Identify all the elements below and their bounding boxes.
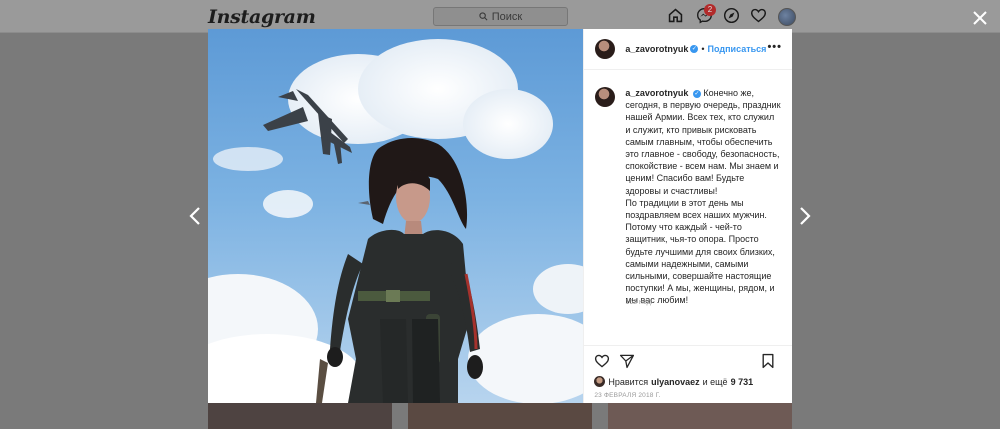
author-avatar[interactable] [595,39,616,59]
separator-dot: • [701,44,705,54]
home-icon[interactable] [667,7,684,24]
grid-thumbnail[interactable] [408,402,592,429]
search-icon [479,12,488,21]
post-date[interactable]: 23 ФЕВРАЛЯ 2018 Г. [594,392,660,399]
likes-summary: Нравится ulyanovaez и ещё 9 731 [594,376,753,387]
previous-post-button[interactable] [189,206,203,226]
caption-text-block: a_zavorotnyuk ✓ Конечно же, сегодня, в п… [625,87,781,307]
close-icon [973,11,987,25]
next-post-button[interactable] [799,206,813,226]
post-header: a_zavorotnyuk ✓ • Подписаться ••• [584,29,792,70]
post-caption: a_zavorotnyuk ✓ Конечно же, сегодня, в п… [595,87,781,307]
author-username[interactable]: a_zavorotnyuk [625,44,688,54]
grid-thumbnail[interactable] [208,402,392,429]
verified-badge-icon: ✓ [692,90,701,98]
chevron-right-icon [800,207,811,225]
caption-text: Конечно же, сегодня, в первую очередь, п… [625,88,781,306]
chevron-left-icon [189,207,200,225]
profile-avatar[interactable] [778,8,796,26]
post-image [208,39,584,403]
bookmark-icon[interactable] [760,353,776,369]
liker-username[interactable]: ulyanovaez [651,377,700,387]
instagram-logo[interactable]: Instagram [208,6,316,28]
post-actions: Нравится ulyanovaez и ещё 9 731 23 ФЕВРА… [584,345,793,404]
grid-thumbnail[interactable] [608,402,792,429]
caption-username[interactable]: a_zavorotnyuk [625,88,688,98]
post-photo[interactable] [208,29,584,403]
likes-count[interactable]: 9 731 [731,377,754,387]
heart-icon[interactable] [750,7,767,24]
search-input[interactable]: Поиск [433,7,568,26]
liker-avatar[interactable] [594,376,606,387]
caption-age[interactable]: 162 нед. [625,299,652,306]
verified-badge-icon: ✓ [690,45,699,53]
paper-plane-icon[interactable] [619,353,635,369]
caption-author-avatar[interactable] [595,87,616,107]
more-icon[interactable]: ••• [767,41,782,53]
likes-prefix: Нравится [608,376,649,387]
likes-and: и ещё [702,376,728,387]
search-placeholder: Поиск [491,10,523,23]
compass-icon[interactable] [723,7,740,24]
close-button[interactable] [970,8,990,28]
heart-outline-icon[interactable] [594,353,610,369]
messages-badge: 2 [704,4,716,16]
post-details-panel: a_zavorotnyuk ✓ • Подписаться ••• a_zavo… [583,29,793,404]
follow-button[interactable]: Подписаться [708,44,767,54]
post-modal: a_zavorotnyuk ✓ • Подписаться ••• a_zavo… [208,29,793,404]
